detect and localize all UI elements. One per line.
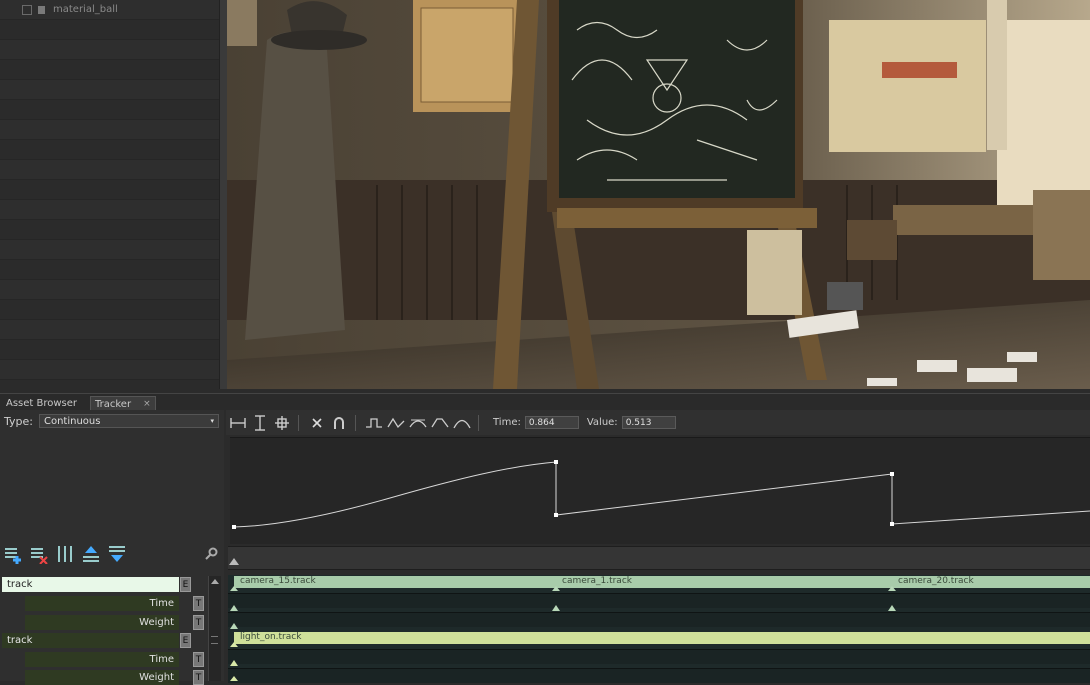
- step-tangent-icon[interactable]: [364, 413, 384, 433]
- outliner-item-label: material_ball: [53, 4, 118, 15]
- tab-label: Tracker: [95, 398, 132, 410]
- animation-curve: [233, 461, 1090, 528]
- remove-track-icon[interactable]: [29, 544, 49, 564]
- ease-tangent-icon[interactable]: [452, 413, 472, 433]
- track-param-label: Weight: [25, 670, 179, 685]
- track-param-label: Weight: [25, 615, 179, 630]
- outliner-empty-row: [0, 240, 219, 260]
- outliner-empty-row: [0, 220, 219, 240]
- type-dropdown[interactable]: Continuous ▾: [38, 414, 219, 428]
- track-list: track E Time T Weight T track E Time T W…: [0, 575, 210, 685]
- key-markers: [230, 586, 896, 681]
- outliner-panel: material_ball: [0, 0, 219, 389]
- outliner-empty-row: [0, 20, 219, 40]
- track-name-field[interactable]: track: [2, 633, 179, 648]
- timeline-scrubber[interactable]: [228, 546, 1090, 570]
- playhead-marker-icon[interactable]: [228, 553, 248, 573]
- curve-toolbar: Time: 0.864 Value: 0.513: [226, 410, 1090, 435]
- tab-asset-browser[interactable]: Asset Browser ×: [2, 396, 101, 410]
- track-list-scrollbar[interactable]: [208, 576, 221, 681]
- outliner-empty-row: [0, 60, 219, 80]
- smooth-tangent-icon[interactable]: [408, 413, 428, 433]
- outliner-empty-row: [0, 280, 219, 300]
- outliner-empty-row: [0, 80, 219, 100]
- clip-label[interactable]: light_on.track: [240, 632, 301, 642]
- outliner-empty-row: [0, 160, 219, 180]
- outliner-empty-row: [0, 360, 219, 380]
- scene-viewport[interactable]: [227, 0, 1090, 389]
- outliner-empty-row: [0, 320, 219, 340]
- param-toggle-button[interactable]: T: [193, 652, 204, 667]
- linear-tangent-icon[interactable]: [386, 413, 406, 433]
- curve-key[interactable]: [890, 522, 894, 526]
- fit-all-icon[interactable]: [272, 413, 292, 433]
- param-toggle-button[interactable]: T: [193, 670, 204, 685]
- move-down-icon[interactable]: [107, 544, 127, 564]
- dropdown-arrow-icon: ▾: [210, 417, 214, 425]
- value-field[interactable]: 0.513: [621, 416, 676, 429]
- outliner-item[interactable]: material_ball: [0, 0, 219, 20]
- curve-key[interactable]: [232, 525, 236, 529]
- add-track-icon[interactable]: [3, 544, 23, 564]
- flat-tangent-icon[interactable]: [430, 413, 450, 433]
- outliner-empty-row: [0, 140, 219, 160]
- type-label: Type:: [4, 414, 33, 428]
- curve-key[interactable]: [554, 460, 558, 464]
- track-param-label: Time: [25, 652, 179, 667]
- param-lane[interactable]: [228, 612, 1090, 627]
- curve-key[interactable]: [554, 513, 558, 517]
- move-up-icon[interactable]: [81, 544, 101, 564]
- time-field[interactable]: 0.864: [524, 416, 579, 429]
- tab-label: Asset Browser: [6, 397, 78, 409]
- scroll-up-icon[interactable]: [209, 576, 221, 588]
- fit-horizontal-icon[interactable]: [228, 413, 248, 433]
- object-icon: [38, 5, 45, 14]
- outliner-empty-row: [0, 340, 219, 360]
- outliner-empty-row: [0, 200, 219, 220]
- panel-tab-bar: Asset Browser × Tracker ×: [0, 393, 1090, 411]
- toolbar-separator: [298, 414, 299, 431]
- clip-bar-track2[interactable]: light_on.track: [234, 632, 1090, 644]
- toolbar-separator: [355, 414, 356, 431]
- magnet-icon[interactable]: [329, 413, 349, 433]
- type-row: Type: Continuous ▾: [4, 414, 219, 428]
- param-lane[interactable]: [228, 649, 1090, 664]
- curve-key[interactable]: [890, 472, 894, 476]
- track-lanes[interactable]: camera_15.track camera_1.track camera_20…: [228, 575, 1090, 683]
- scroll-grip[interactable]: [211, 636, 218, 644]
- outliner-empty-row: [0, 180, 219, 200]
- outliner-empty-row: [0, 380, 219, 389]
- fit-vertical-icon[interactable]: [250, 413, 270, 433]
- clip-label[interactable]: camera_1.track: [562, 576, 632, 586]
- track-toolbar: [3, 544, 127, 564]
- track-param-label: Time: [25, 596, 179, 611]
- param-toggle-button[interactable]: T: [193, 615, 204, 630]
- outliner-empty-row: [0, 300, 219, 320]
- wrench-icon[interactable]: [204, 547, 218, 564]
- param-lane[interactable]: [228, 593, 1090, 608]
- close-icon[interactable]: ×: [143, 399, 151, 409]
- param-toggle-button[interactable]: T: [193, 596, 204, 611]
- curve-svg: [232, 460, 1090, 529]
- time-label: Time:: [493, 417, 521, 428]
- outliner-empty-row: [0, 120, 219, 140]
- outliner-empty-row: [0, 100, 219, 120]
- track-expand-button[interactable]: E: [180, 577, 191, 592]
- type-value: Continuous: [43, 415, 101, 427]
- toolbar-separator: [478, 414, 479, 431]
- clip-label[interactable]: camera_15.track: [240, 576, 316, 586]
- track-expand-button[interactable]: E: [180, 633, 191, 648]
- tab-tracker[interactable]: Tracker ×: [90, 396, 156, 411]
- clip-bar-track1[interactable]: camera_15.track camera_1.track camera_20…: [234, 576, 1090, 588]
- classroom-scene-render: [227, 0, 1090, 389]
- track-name-field[interactable]: track: [2, 577, 179, 592]
- clip-label[interactable]: camera_20.track: [898, 576, 974, 586]
- value-label: Value:: [586, 417, 618, 428]
- curve-editor-graph[interactable]: [230, 437, 1090, 544]
- columns-icon[interactable]: [55, 544, 75, 564]
- outliner-empty-row: [0, 260, 219, 280]
- delete-key-icon[interactable]: [307, 413, 327, 433]
- visibility-checkbox[interactable]: [22, 4, 32, 15]
- outliner-empty-row: [0, 40, 219, 60]
